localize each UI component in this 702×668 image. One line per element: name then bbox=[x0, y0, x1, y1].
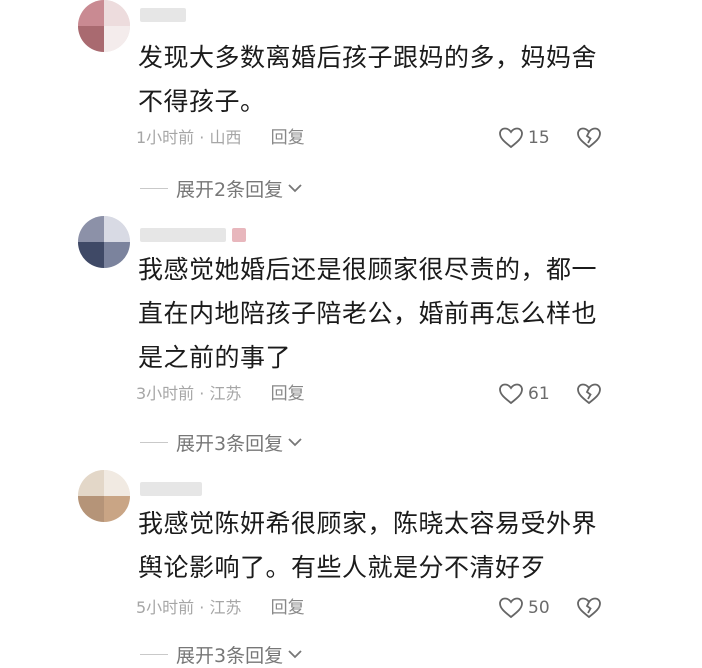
expand-replies-button[interactable]: 展开2条回复 bbox=[140, 174, 303, 202]
comment-text: 我感觉陈妍希很顾家，陈晓太容易受外界 舆论影响了。有些人就是分不清好歹 bbox=[138, 502, 608, 590]
expand-label: 展开3条回复 bbox=[176, 432, 284, 455]
heart-outline-icon bbox=[499, 597, 523, 619]
expand-label: 展开3条回复 bbox=[176, 644, 284, 667]
divider bbox=[140, 187, 168, 189]
heart-outline-icon bbox=[499, 127, 523, 149]
comment-meta: 5小时前 · 江苏 回复 bbox=[136, 596, 305, 620]
comment-text-line: 我感觉她婚后还是很顾家很尽责的，都一 bbox=[138, 255, 598, 284]
reply-button[interactable]: 回复 bbox=[271, 598, 305, 618]
avatar[interactable] bbox=[78, 470, 130, 522]
like-button[interactable]: 61 bbox=[498, 380, 550, 408]
comment-text: 我感觉她婚后还是很顾家很尽责的，都一 直在内地陪孩子陪老公，婚前再怎么样也 是之… bbox=[138, 248, 608, 380]
chevron-down-icon bbox=[288, 184, 302, 193]
comment-text-line: 舆论影响了。有些人就是分不清好歹 bbox=[138, 553, 547, 582]
comment-text-line: 我感觉陈妍希很顾家，陈晓太容易受外界 bbox=[138, 509, 598, 538]
comment-text-line: 直在内地陪孩子陪老公，婚前再怎么样也 bbox=[138, 299, 598, 328]
meta-separator: · bbox=[199, 128, 205, 147]
comment-time: 3小时前 bbox=[136, 384, 195, 403]
broken-heart-icon[interactable] bbox=[576, 125, 602, 151]
like-count: 50 bbox=[528, 598, 550, 618]
comment-text-line: 不得孩子。 bbox=[138, 87, 266, 116]
avatar[interactable] bbox=[78, 0, 130, 52]
comment-location: 山西 bbox=[209, 128, 242, 147]
meta-separator: · bbox=[199, 384, 205, 403]
like-count: 61 bbox=[528, 384, 550, 404]
comment-text-line: 是之前的事了 bbox=[138, 343, 292, 372]
heart-outline-icon bbox=[499, 383, 523, 405]
expand-label: 展开2条回复 bbox=[176, 178, 284, 201]
broken-heart-icon[interactable] bbox=[576, 381, 602, 407]
username-blurred[interactable] bbox=[140, 482, 202, 496]
username-blurred[interactable] bbox=[140, 8, 186, 22]
comment-location: 江苏 bbox=[209, 384, 242, 403]
comment-text: 发现大多数离婚后孩子跟妈的多，妈妈舍 不得孩子。 bbox=[138, 36, 608, 124]
meta-separator: · bbox=[199, 598, 205, 617]
comment-meta: 1小时前 · 山西 回复 bbox=[136, 126, 305, 150]
comment-text-line: 发现大多数离婚后孩子跟妈的多，妈妈舍 bbox=[138, 43, 598, 72]
comment-time: 1小时前 bbox=[136, 128, 195, 147]
avatar[interactable] bbox=[78, 216, 130, 268]
expand-replies-button[interactable]: 展开3条回复 bbox=[140, 640, 303, 668]
broken-heart-icon[interactable] bbox=[576, 595, 602, 621]
divider bbox=[140, 441, 168, 443]
reply-button[interactable]: 回复 bbox=[271, 384, 305, 404]
expand-replies-button[interactable]: 展开3条回复 bbox=[140, 428, 303, 456]
reply-button[interactable]: 回复 bbox=[271, 128, 305, 148]
comment-time: 5小时前 bbox=[136, 598, 195, 617]
comment-location: 江苏 bbox=[209, 598, 242, 617]
chevron-down-icon bbox=[288, 438, 302, 447]
like-button[interactable]: 50 bbox=[498, 594, 550, 622]
username-badge bbox=[232, 228, 246, 242]
username-blurred[interactable] bbox=[140, 228, 226, 242]
divider bbox=[140, 653, 168, 655]
comment-meta: 3小时前 · 江苏 回复 bbox=[136, 382, 305, 406]
like-button[interactable]: 15 bbox=[498, 124, 550, 152]
like-count: 15 bbox=[528, 128, 550, 148]
chevron-down-icon bbox=[288, 650, 302, 659]
